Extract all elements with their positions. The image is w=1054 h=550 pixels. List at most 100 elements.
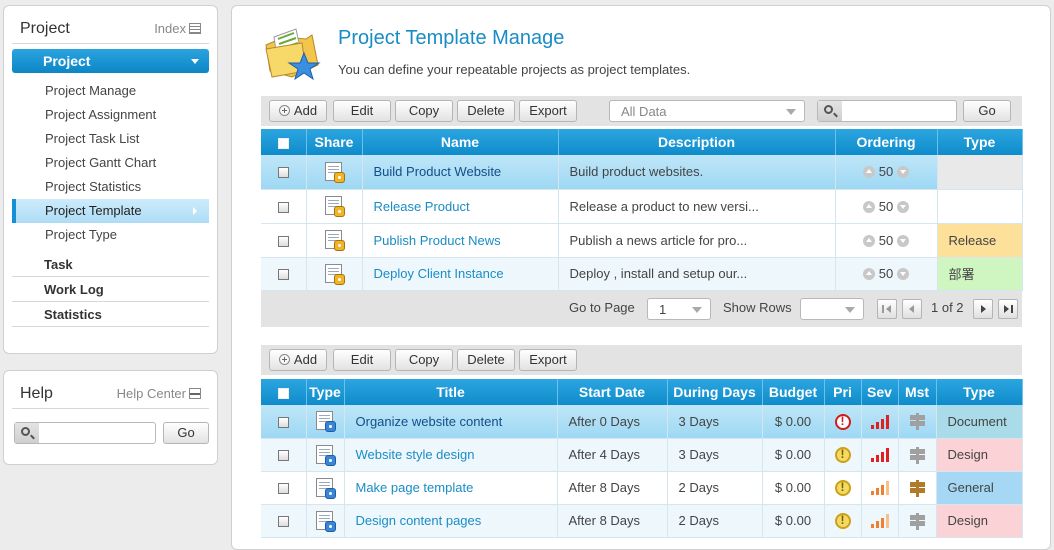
name-cell[interactable]: Release Product [362, 189, 559, 224]
chevron-down-icon[interactable] [191, 59, 199, 64]
row-select-cell[interactable] [261, 189, 307, 224]
add-task-button[interactable]: Add [269, 349, 327, 371]
add-icon[interactable] [278, 354, 290, 365]
row-checkbox[interactable] [277, 201, 289, 213]
sidebar-item-project-template[interactable]: Project Template [12, 199, 209, 223]
minimize-icon[interactable] [189, 388, 201, 399]
help-go-button[interactable]: Go [163, 422, 209, 444]
row-select-cell[interactable] [261, 223, 307, 258]
move-up-icon[interactable] [863, 234, 876, 247]
share-cell[interactable] [306, 257, 363, 291]
name-cell[interactable]: Deploy Client Instance [362, 257, 559, 291]
row-select-cell[interactable] [261, 471, 307, 505]
sidebar-group-label[interactable]: Project [43, 53, 90, 69]
add-label[interactable]: Add [294, 103, 317, 118]
title-cell[interactable]: Organize website content [344, 405, 558, 439]
template-search-input[interactable] [817, 100, 957, 122]
share-icon[interactable] [323, 229, 345, 251]
select-all-cell[interactable] [261, 379, 307, 405]
sidebar-item-label[interactable]: Project Task List [45, 131, 139, 146]
row-checkbox[interactable] [277, 235, 289, 247]
sidebar-item-project-task-list[interactable]: Project Task List [12, 127, 209, 151]
column-header[interactable]: Sev [861, 379, 899, 405]
share-cell[interactable] [306, 223, 363, 258]
title-cell[interactable]: Website style design [344, 438, 558, 472]
copy-button[interactable]: Copy [395, 100, 453, 122]
sidebar-group-task[interactable]: Task [12, 252, 209, 277]
sidebar-item-project-gantt-chart[interactable]: Project Gantt Chart [12, 151, 209, 175]
filter-select[interactable]: All Data [609, 100, 805, 122]
chevron-down-icon[interactable] [786, 109, 796, 115]
share-cell[interactable] [306, 155, 363, 190]
column-header[interactable]: Budget [762, 379, 825, 405]
sidebar-item-project-type[interactable]: Project Type [12, 223, 209, 247]
column-header[interactable]: During Days [667, 379, 763, 405]
edit-task-button[interactable]: Edit [333, 349, 391, 371]
template-name-link[interactable]: Release Product [374, 199, 470, 214]
next-page-button[interactable] [973, 299, 993, 319]
template-name-link[interactable]: Publish Product News [374, 233, 501, 248]
column-header[interactable]: Mst [898, 379, 937, 405]
page-value[interactable]: 1 [659, 302, 666, 317]
select-all-cell[interactable] [261, 129, 307, 155]
export-task-button[interactable]: Export [519, 349, 577, 371]
move-down-icon[interactable] [896, 200, 909, 213]
copy-task-button[interactable]: Copy [395, 349, 453, 371]
column-header[interactable]: Description [558, 129, 836, 155]
rows-select[interactable] [800, 298, 864, 320]
row-checkbox[interactable] [277, 269, 289, 281]
add-button[interactable]: Add [269, 100, 327, 122]
name-cell[interactable]: Publish Product News [362, 223, 559, 258]
sidebar-group-label[interactable]: Statistics [44, 307, 102, 322]
sidebar-group-statistics[interactable]: Statistics [12, 302, 209, 327]
column-header[interactable]: Type [937, 129, 1023, 155]
chevron-down-icon[interactable] [692, 307, 702, 313]
export-button[interactable]: Export [519, 100, 577, 122]
move-down-icon[interactable] [896, 268, 909, 280]
sidebar-group-work-log[interactable]: Work Log [12, 277, 209, 302]
index-link-label[interactable]: Index [154, 21, 186, 36]
title-cell[interactable]: Make page template [344, 471, 558, 505]
row-select-cell[interactable] [261, 155, 307, 190]
sidebar-item-project-statistics[interactable]: Project Statistics [12, 175, 209, 199]
help-center-label[interactable]: Help Center [117, 386, 186, 401]
move-up-icon[interactable] [863, 268, 876, 280]
delete-button[interactable]: Delete [457, 100, 515, 122]
prev-page-button[interactable] [902, 299, 922, 319]
move-up-icon[interactable] [863, 166, 876, 179]
task-title-link[interactable]: Organize website content [356, 414, 503, 429]
list-icon[interactable] [189, 23, 201, 34]
sidebar-item-label[interactable]: Project Type [45, 227, 117, 242]
column-header[interactable]: Share [306, 129, 363, 155]
row-checkbox[interactable] [277, 416, 289, 428]
row-select-cell[interactable] [261, 504, 307, 538]
column-header[interactable]: Title [344, 379, 558, 405]
table-row[interactable]: Design content pages After 8 Days 2 Days $ … [261, 504, 1023, 538]
select-all-checkbox[interactable] [277, 387, 289, 399]
template-name-link[interactable]: Deploy Client Instance [374, 266, 504, 281]
column-header[interactable]: Name [362, 129, 559, 155]
sidebar-item-label[interactable]: Project Manage [45, 83, 136, 98]
row-checkbox[interactable] [277, 450, 289, 462]
move-down-icon[interactable] [896, 234, 909, 247]
move-up-icon[interactable] [863, 200, 876, 213]
share-icon[interactable] [323, 195, 345, 217]
table-row[interactable]: Organize website content After 0 Days 3 Da… [261, 405, 1023, 439]
table-row[interactable]: Build Product Website Build product webs… [261, 155, 1023, 190]
select-all-checkbox[interactable] [277, 137, 289, 149]
column-header[interactable]: Pri [824, 379, 862, 405]
first-page-button[interactable] [877, 299, 897, 319]
sidebar-group-label[interactable]: Task [44, 257, 73, 272]
sidebar-item-label[interactable]: Project Statistics [45, 179, 141, 194]
last-page-button[interactable] [998, 299, 1018, 319]
table-row[interactable]: Make page template After 8 Days 2 Days $ 0.… [261, 471, 1023, 505]
filter-value[interactable]: All Data [621, 104, 667, 119]
search-go-button[interactable]: Go [963, 100, 1011, 122]
share-icon[interactable] [323, 263, 345, 285]
row-select-cell[interactable] [261, 257, 307, 291]
chevron-down-icon[interactable] [845, 307, 855, 313]
sidebar-item-project-manage[interactable]: Project Manage [12, 79, 209, 103]
task-title-link[interactable]: Make page template [356, 480, 474, 495]
move-down-icon[interactable] [896, 166, 909, 179]
row-select-cell[interactable] [261, 438, 307, 472]
